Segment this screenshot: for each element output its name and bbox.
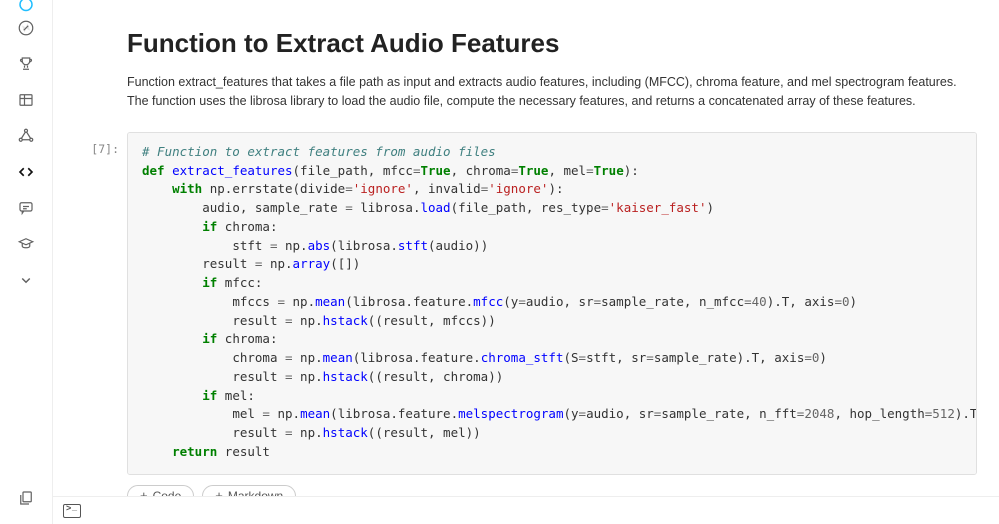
add-markdown-button[interactable]: + Markdown xyxy=(202,485,296,497)
cell-prompt: [7]: xyxy=(73,132,127,156)
sidebar xyxy=(0,0,52,524)
add-cell-buttons: + Code + Markdown xyxy=(127,485,977,497)
add-code-label: Code xyxy=(153,489,182,497)
code-cell-row: [7]: # Function to extract features from… xyxy=(127,132,977,475)
page-description: Function extract_features that takes a f… xyxy=(127,73,977,112)
plus-icon: + xyxy=(215,489,223,496)
nav-compass[interactable] xyxy=(0,10,52,46)
trophy-icon xyxy=(17,55,35,73)
code-cell[interactable]: # Function to extract features from audi… xyxy=(127,132,977,475)
logo-partial xyxy=(9,0,43,10)
molecule-icon xyxy=(17,127,35,145)
add-code-button[interactable]: + Code xyxy=(127,485,194,497)
nav-learn[interactable] xyxy=(0,226,52,262)
chevron-down-icon xyxy=(17,271,35,289)
status-bar xyxy=(53,496,999,524)
nav-table[interactable] xyxy=(0,82,52,118)
nav-discussions[interactable] xyxy=(0,190,52,226)
comment-icon xyxy=(17,199,35,217)
code-icon xyxy=(17,163,35,181)
nav-code[interactable] xyxy=(0,154,52,190)
nav-trophy[interactable] xyxy=(0,46,52,82)
nav-events[interactable] xyxy=(0,480,52,516)
main-content: Function to Extract Audio Features Funct… xyxy=(53,0,999,496)
nav-models[interactable] xyxy=(0,118,52,154)
copy-stack-icon xyxy=(17,489,35,507)
plus-icon: + xyxy=(140,489,148,496)
education-icon xyxy=(17,235,35,253)
compass-icon xyxy=(17,19,35,37)
add-markdown-label: Markdown xyxy=(228,489,283,497)
console-icon[interactable] xyxy=(63,504,81,518)
nav-more[interactable] xyxy=(0,262,52,298)
table-icon xyxy=(17,91,35,109)
page-title: Function to Extract Audio Features xyxy=(127,28,977,59)
